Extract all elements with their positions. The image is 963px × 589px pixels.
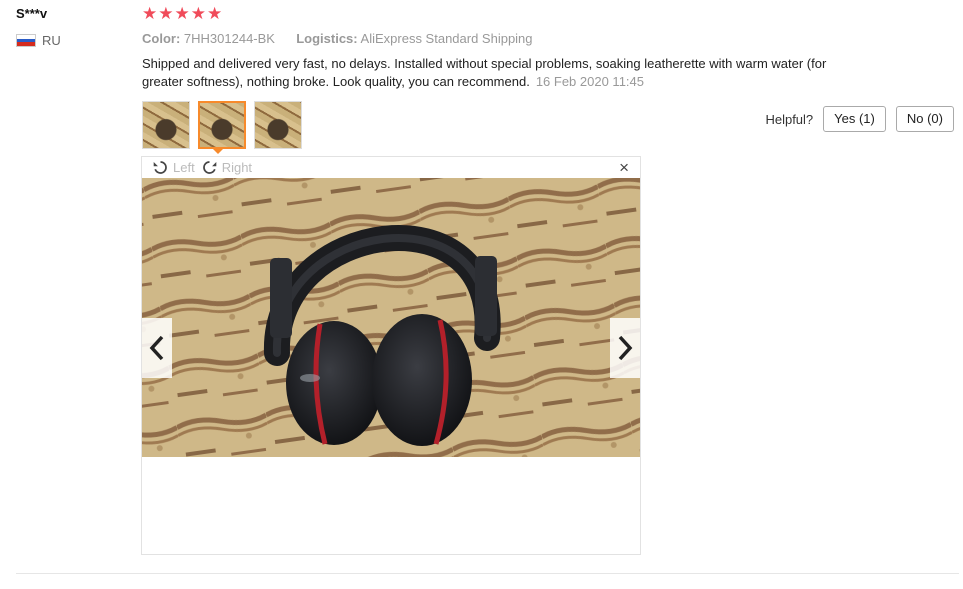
star-icon: ★ (142, 4, 158, 23)
helpful-label: Helpful? (765, 111, 814, 127)
logistics-label: Logistics: (296, 31, 358, 46)
order-meta: Color: 7HH301244-BK Logistics: AliExpres… (142, 31, 533, 46)
review-text: Shipped and delivered very fast, no dela… (142, 56, 827, 89)
next-photo-button[interactable] (610, 318, 640, 378)
russia-flag-icon (16, 34, 36, 47)
thumbnail-2[interactable] (198, 101, 246, 149)
star-icon: ★ (190, 4, 206, 23)
photo-viewer: Left Right × (141, 156, 641, 555)
photo-thumbnails (142, 101, 302, 149)
star-icon: ★ (174, 4, 190, 23)
chevron-right-icon (618, 335, 633, 361)
logistics-value: AliExpress Standard Shipping (360, 31, 533, 46)
country-code: RU (42, 33, 61, 48)
thumbnail-3[interactable] (254, 101, 302, 149)
yes-button[interactable]: Yes (1) (823, 106, 886, 132)
no-button[interactable]: No (0) (895, 106, 954, 132)
viewer-toolbar: Left Right × (142, 157, 640, 178)
rotate-left-label: Left (173, 160, 195, 175)
chevron-left-icon (149, 335, 164, 361)
helpful-vote: Helpful? Yes (1) No (0) (765, 106, 954, 132)
rotate-right-icon (202, 161, 216, 174)
review-photo (142, 178, 640, 457)
close-icon[interactable]: × (619, 158, 629, 177)
color-value: 7HH301244-BK (183, 31, 275, 46)
headphones-photo (142, 178, 640, 457)
rotate-left-icon (153, 161, 167, 174)
rotate-right-button[interactable]: Right (201, 159, 252, 176)
rotate-right-label: Right (221, 160, 253, 175)
star-icon: ★ (207, 4, 223, 23)
active-thumbnail-pointer (212, 148, 224, 154)
review-divider (16, 573, 959, 574)
reviewer-name: S***v (16, 6, 48, 21)
review-body: Shipped and delivered very fast, no dela… (142, 55, 852, 91)
reviewer-country: RU (16, 33, 61, 48)
thumbnail-1[interactable] (142, 101, 190, 149)
review-date: 16 Feb 2020 11:45 (535, 74, 644, 89)
rotate-left-button[interactable]: Left (152, 159, 195, 176)
star-icon: ★ (158, 4, 174, 23)
color-label: Color: (142, 31, 181, 46)
previous-photo-button[interactable] (142, 318, 172, 378)
star-rating: ★ ★ ★ ★ ★ (142, 4, 222, 24)
